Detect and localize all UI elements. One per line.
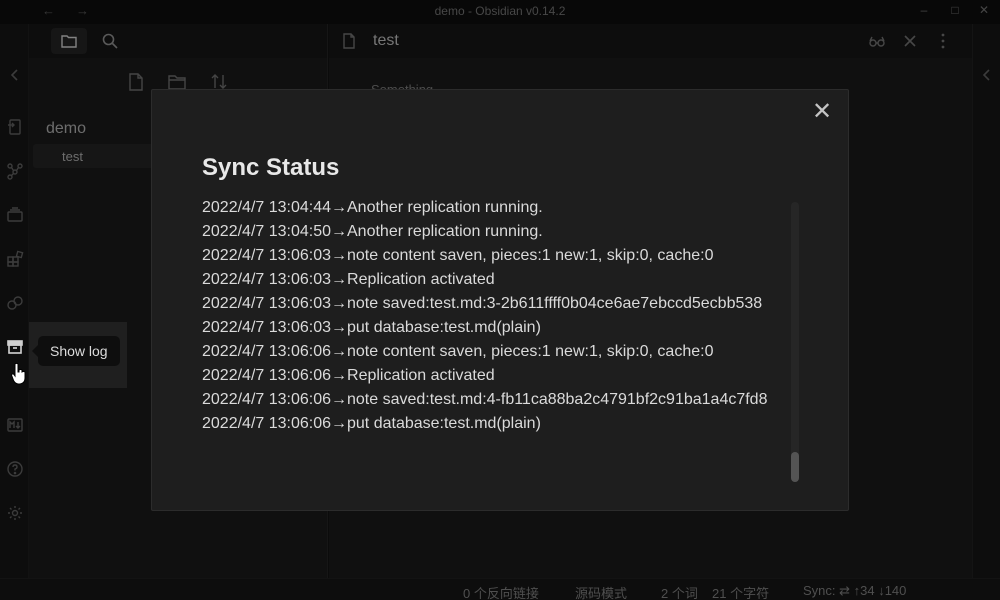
log-line: 2022/4/7 13:06:06→note saved:test.md:4-f… — [202, 391, 768, 408]
log-line: 2022/4/7 13:06:06→Replication activated — [202, 367, 495, 384]
sync-status-modal: ✕ Sync Status 2022/4/7 13:04:44→Another … — [151, 89, 849, 511]
obsidian-window: ← → demo - Obsidian v0.14.2 – □ ✕ demo t… — [0, 0, 1000, 600]
log-line: 2022/4/7 13:06:03→Replication activated — [202, 271, 495, 288]
modal-close-button[interactable]: ✕ — [810, 100, 834, 124]
hand-cursor-icon — [10, 362, 26, 385]
log-line: 2022/4/7 13:06:06→put database:test.md(p… — [202, 415, 541, 432]
log-line: 2022/4/7 13:04:50→Another replication ru… — [202, 223, 543, 240]
show-log-icon-active[interactable] — [6, 338, 24, 356]
log-line: 2022/4/7 13:06:06→note content saven, pi… — [202, 343, 714, 360]
log-line: 2022/4/7 13:04:44→Another replication ru… — [202, 199, 543, 216]
log-scrollbar-thumb[interactable] — [791, 452, 799, 482]
log-list: 2022/4/7 13:04:44→Another replication ru… — [202, 196, 790, 436]
log-line: 2022/4/7 13:06:03→put database:test.md(p… — [202, 319, 541, 336]
log-line: 2022/4/7 13:06:03→note saved:test.md:3-2… — [202, 295, 763, 312]
log-scroll-area[interactable]: 2022/4/7 13:04:44→Another replication ru… — [202, 196, 790, 478]
log-scrollbar[interactable] — [791, 202, 799, 482]
log-line: 2022/4/7 13:06:03→note content saven, pi… — [202, 247, 714, 264]
show-log-tooltip: Show log — [32, 336, 120, 366]
modal-title: Sync Status — [202, 154, 340, 181]
